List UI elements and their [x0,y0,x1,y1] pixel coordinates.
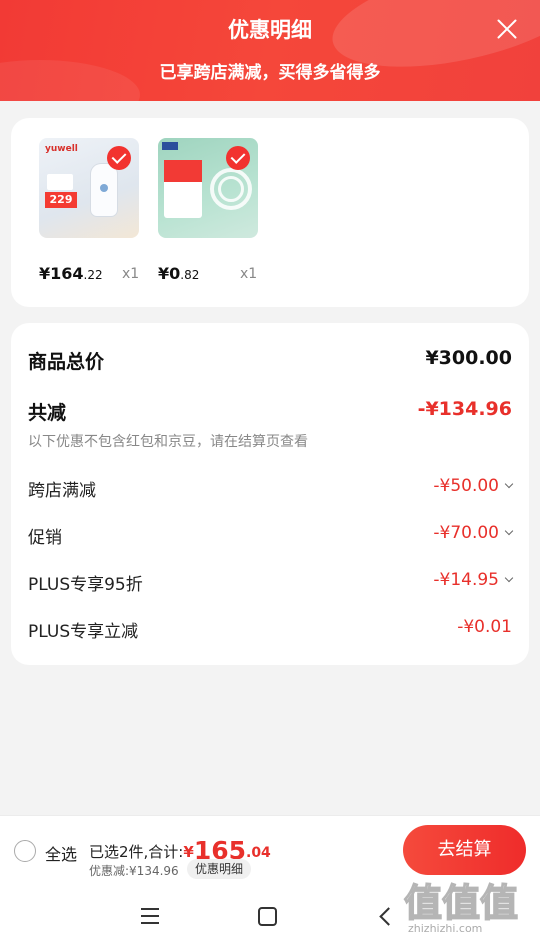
discount-item-label: 促销 [28,528,62,548]
discount-item-cross-store[interactable]: 跨店满减 -¥50.00 [28,476,514,506]
site-watermark: 值值值 zhizhizhi.com [403,872,534,942]
nebulizer-device-image [91,164,117,216]
select-all-radio[interactable] [14,840,36,862]
discount-detail-card: 商品总价 ¥300.00 共减 -¥134.96 以下优惠不包含红包和京豆，请在… [11,323,529,665]
price-decimal: .22 [83,268,103,282]
discount-note: 以下优惠不包含红包和京豆，请在结算页查看 [28,434,308,450]
summary-prefix: 已选2件,合计: [89,843,184,861]
discount-item-label: PLUS专享立减 [28,622,139,642]
total-price-label: 商品总价 [28,351,105,373]
product-price: ¥0.82 [158,264,199,283]
discount-item-promotion[interactable]: 促销 -¥70.00 [28,523,514,553]
total-price-value: ¥300.00 [425,347,512,369]
product-thumbnail-nebulizer[interactable]: yuwell 229 [39,138,139,238]
watermark-site: zhizhizhi.com [408,922,483,935]
discount-item-value: -¥14.95 [433,570,514,590]
discount-amount: -¥14.95 [433,570,499,590]
total-discount-value: -¥134.96 [417,398,512,420]
discount-item-label: 跨店满减 [28,481,96,501]
discount-item-value: -¥70.00 [433,523,514,543]
chevron-down-icon[interactable] [504,479,514,489]
total-currency: ¥ [183,843,194,861]
back-icon[interactable] [379,907,398,926]
page-subtitle: 已享跨店满减，买得多省得多 [159,63,381,83]
menu-icon[interactable] [141,908,159,924]
tape-roll-image [218,176,244,202]
saved-amount: 优惠减:¥134.96 [89,864,179,878]
product-image-label [47,174,73,190]
chevron-down-icon[interactable] [504,573,514,583]
product-list-card: yuwell 229 ¥164.22 x1 ¥0.82 x1 [11,118,529,307]
product-brand: yuwell [45,144,78,154]
home-icon[interactable] [258,907,277,926]
discount-item-label: PLUS专享95折 [28,575,143,595]
header: 优惠明细 已享跨店满减，买得多省得多 [0,0,540,101]
product-quantity: x1 [240,266,258,282]
discount-item-value: -¥50.00 [433,476,514,496]
price-integer: ¥0 [158,264,181,283]
product-price: ¥164.22 [39,264,103,283]
discount-item-plus-instant: PLUS专享立减 -¥0.01 [28,617,512,647]
total-discount-row: 共减 -¥134.96 [28,398,512,428]
page-title: 优惠明细 [228,18,312,42]
discount-amount: -¥70.00 [433,523,499,543]
total-amount-decimal: .04 [246,845,271,861]
watermark-glyphs: 值值值 [403,880,519,926]
discount-item-plus-95[interactable]: PLUS专享95折 -¥14.95 [28,570,514,600]
product-brand-logo [162,142,178,150]
price-decimal: .82 [180,268,200,282]
discount-amount: -¥50.00 [433,476,499,496]
discount-detail-button[interactable]: 优惠明细 [187,859,252,879]
selected-check-icon[interactable] [107,146,131,170]
checkout-button[interactable]: 去结算 [403,825,526,875]
total-discount-label: 共减 [28,402,67,424]
product-thumbnail-tape[interactable] [158,138,258,238]
discount-item-value: -¥0.01 [457,617,512,637]
tape-box-image [164,160,202,218]
discount-amount: -¥0.01 [457,617,512,637]
selected-check-icon[interactable] [226,146,250,170]
select-all-label[interactable]: 全选 [45,841,77,865]
product-quantity: x1 [122,266,140,282]
product-image-price: 229 [45,192,77,208]
total-price-row: 商品总价 ¥300.00 [28,347,512,377]
price-integer: ¥164 [39,264,84,283]
close-icon[interactable] [492,14,522,44]
chevron-down-icon[interactable] [504,526,514,536]
